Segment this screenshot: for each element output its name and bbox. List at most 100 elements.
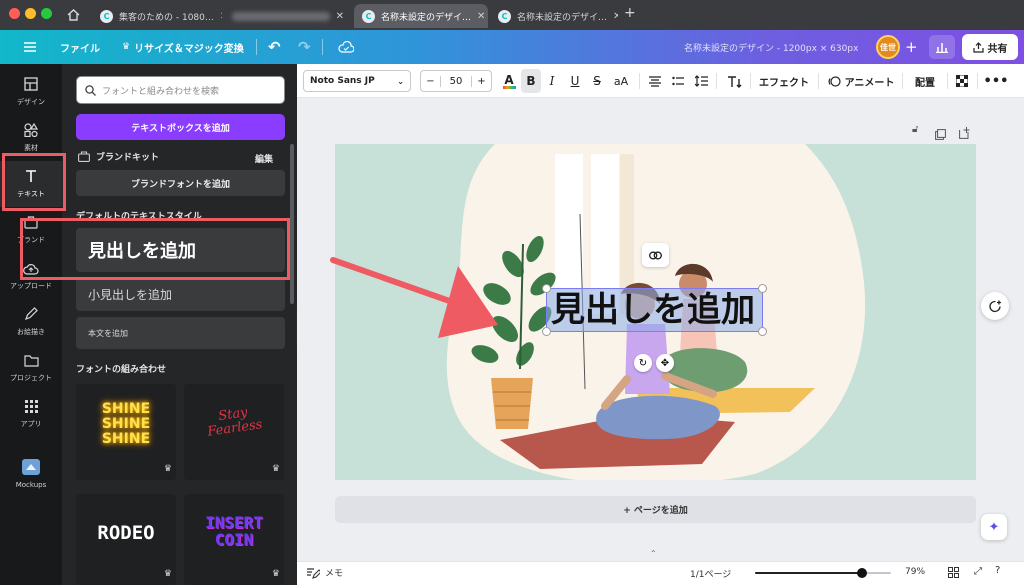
- increase-font-size-button[interactable]: +: [471, 75, 491, 87]
- fullscreen-button[interactable]: ⤢: [974, 566, 982, 577]
- italic-button[interactable]: I: [543, 64, 561, 98]
- font-combo-rodeo[interactable]: RODEO ♛: [76, 494, 176, 585]
- add-subheading-button[interactable]: 小見出しを追加: [76, 277, 285, 311]
- resize-magic-button[interactable]: ♛ リサイズ＆マジック変換: [122, 30, 244, 64]
- link-button[interactable]: [642, 243, 669, 267]
- underline-button[interactable]: U: [566, 64, 584, 98]
- position-button[interactable]: 配置: [909, 64, 941, 98]
- transparency-button[interactable]: [953, 64, 971, 98]
- maximize-window-button[interactable]: [41, 8, 52, 19]
- resize-handle[interactable]: [758, 284, 767, 293]
- effects-button[interactable]: エフェクト: [757, 64, 811, 98]
- duplicate-page-icon[interactable]: [935, 125, 946, 144]
- undo-button[interactable]: ↶: [268, 30, 281, 64]
- font-family-select[interactable]: Noto Sans JP ⌄: [303, 70, 411, 92]
- browser-tab[interactable]: ✕: [224, 4, 352, 28]
- browser-tab[interactable]: C 名称未設定のデザイ… ✕: [490, 4, 618, 28]
- add-body-text-button[interactable]: 本文を追加: [76, 317, 285, 349]
- minimize-window-button[interactable]: [25, 8, 36, 19]
- zoom-slider[interactable]: [755, 568, 891, 578]
- blurred-tab-title: [232, 11, 330, 21]
- help-button[interactable]: ?: [995, 565, 1000, 576]
- comment-add-icon: [988, 300, 1001, 312]
- design-title[interactable]: 名称未設定のデザイン - 1200px × 630px: [684, 30, 858, 64]
- align-button[interactable]: [646, 64, 664, 98]
- bold-button[interactable]: B: [521, 69, 541, 93]
- add-brand-fonts-button[interactable]: ブランドフォントを追加: [76, 170, 285, 196]
- lock-icon[interactable]: 🔓︎: [912, 124, 918, 135]
- avatar[interactable]: 佳世: [876, 35, 900, 59]
- font-size-stepper[interactable]: − 50 +: [420, 70, 492, 92]
- add-page-icon[interactable]: [959, 124, 970, 143]
- strikethrough-button[interactable]: S: [588, 64, 606, 98]
- grid-view-button[interactable]: [948, 567, 959, 581]
- rail-item-pen[interactable]: お絵描き: [0, 299, 62, 345]
- rail-item-apps[interactable]: アプリ: [0, 391, 62, 437]
- zoom-slider-thumb[interactable]: [857, 568, 867, 578]
- decrease-font-size-button[interactable]: −: [421, 75, 441, 87]
- tab-close-icon[interactable]: ✕: [613, 11, 618, 22]
- font-combo-stay-fearless[interactable]: Stay Fearless ♛: [184, 384, 284, 480]
- insights-button[interactable]: [929, 35, 955, 59]
- zoom-level[interactable]: 79%: [905, 567, 925, 577]
- rail-item-mockups[interactable]: Mockups: [0, 451, 62, 497]
- text-toolbar: Noto Sans JP ⌄ − 50 + A B I U S aA エフェクト…: [297, 64, 1024, 98]
- tab-close-icon[interactable]: ✕: [220, 11, 222, 22]
- letter-case-button[interactable]: aA: [610, 64, 632, 98]
- tab-close-icon[interactable]: ✕: [336, 11, 344, 22]
- resize-label: リサイズ＆マジック変換: [134, 43, 244, 55]
- cloud-check-icon: [338, 41, 354, 53]
- magic-assistant-button[interactable]: ✦: [981, 514, 1007, 540]
- sparkle-crown-icon: ♛: [122, 42, 131, 52]
- redo-button[interactable]: ↷: [298, 30, 311, 64]
- mockups-icon: [22, 459, 40, 478]
- pro-crown-icon: ♛: [271, 569, 280, 579]
- spacing-button[interactable]: [692, 64, 710, 98]
- more-options-button[interactable]: •••: [984, 64, 1009, 98]
- strikethrough-icon: S: [593, 74, 601, 88]
- tab-close-icon[interactable]: ✕: [477, 11, 485, 22]
- new-tab-button[interactable]: +: [624, 5, 636, 21]
- comment-button[interactable]: [981, 292, 1009, 320]
- layout-icon: [24, 77, 38, 94]
- panel-scrollbar[interactable]: [290, 144, 294, 304]
- combo-line: SHINE: [101, 416, 151, 432]
- file-menu-button[interactable]: ファイル: [60, 30, 100, 64]
- notes-button[interactable]: メモ: [307, 566, 343, 579]
- align-center-icon: [649, 75, 661, 87]
- browser-tab-active[interactable]: C 名称未設定のデザイ… ✕: [354, 4, 488, 28]
- font-size-value[interactable]: 50: [441, 76, 471, 87]
- share-button[interactable]: 共有: [962, 34, 1018, 60]
- move-handle[interactable]: ✥: [656, 354, 674, 372]
- rail-item-layout[interactable]: デザイン: [0, 69, 62, 115]
- selected-text-element[interactable]: 見出しを追加: [542, 284, 767, 336]
- combo-line: INSERT: [205, 513, 263, 532]
- cloud-save-status[interactable]: [338, 30, 354, 64]
- resize-handle[interactable]: [542, 284, 551, 293]
- font-combo-shine[interactable]: SHINE SHINE SHINE ♛: [76, 384, 176, 480]
- rail-item-label: お絵描き: [17, 328, 45, 336]
- page-indicator[interactable]: 1/1ページ: [690, 567, 731, 580]
- rotate-handle[interactable]: ↻: [634, 354, 652, 372]
- list-button[interactable]: [669, 64, 687, 98]
- close-window-button[interactable]: [9, 8, 20, 19]
- text-color-button[interactable]: A: [500, 64, 518, 98]
- font-combo-insert-coin[interactable]: INSERT COIN ♛: [184, 494, 284, 585]
- browser-tab[interactable]: C 集客のための - 1080… ✕: [92, 4, 222, 28]
- pen-icon: [24, 307, 38, 324]
- resize-handle[interactable]: [542, 327, 551, 336]
- add-textbox-button[interactable]: テキストボックスを追加: [76, 114, 285, 140]
- add-collaborator-button[interactable]: +: [905, 30, 918, 64]
- divider: [947, 73, 948, 89]
- chevron-up-icon[interactable]: ⌃: [650, 549, 657, 558]
- canvas-heading-text[interactable]: 見出しを追加: [551, 290, 755, 330]
- resize-handle[interactable]: [758, 327, 767, 336]
- menu-button[interactable]: [24, 30, 36, 64]
- home-icon[interactable]: [66, 7, 81, 26]
- text-transform-button[interactable]: [724, 64, 744, 98]
- animate-button[interactable]: アニメート: [826, 64, 896, 98]
- brand-edit-link[interactable]: 編集: [255, 152, 273, 165]
- add-page-button[interactable]: + ページを追加: [335, 496, 976, 523]
- font-search-input[interactable]: フォントと組み合わせを検索: [76, 76, 285, 104]
- rail-item-folder[interactable]: プロジェクト: [0, 345, 62, 391]
